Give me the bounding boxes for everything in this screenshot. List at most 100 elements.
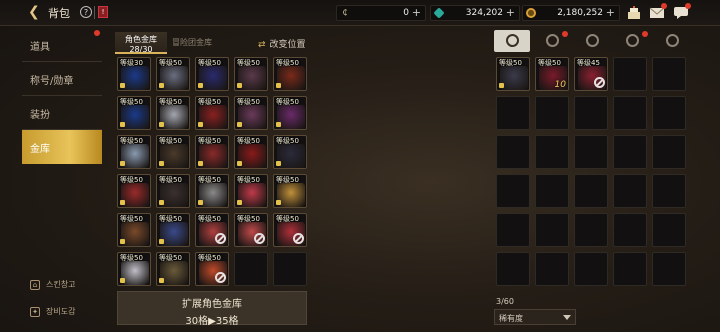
item-slot[interactable]: 等级50	[117, 174, 151, 208]
empty-slot[interactable]	[496, 252, 530, 286]
item-slot[interactable]: 等级50	[156, 174, 190, 208]
add-gold-button[interactable]: +	[606, 6, 615, 19]
empty-slot[interactable]	[234, 252, 268, 286]
empty-slot[interactable]	[652, 57, 686, 91]
tab-material[interactable]	[574, 30, 610, 52]
cake-event-icon[interactable]	[626, 5, 642, 19]
item-slot[interactable]: 等级45	[574, 57, 608, 91]
guide-book-icon[interactable]: !	[98, 6, 108, 18]
empty-slot[interactable]	[574, 135, 608, 169]
empty-slot[interactable]	[496, 213, 530, 247]
item-slot[interactable]: 等级50	[234, 57, 268, 91]
back-arrow-icon[interactable]: ❮	[28, 4, 44, 20]
item-slot[interactable]: 等级50	[156, 252, 190, 286]
empty-slot[interactable]	[652, 135, 686, 169]
tab-card[interactable]	[614, 30, 650, 52]
empty-slot[interactable]	[652, 213, 686, 247]
empty-slot[interactable]	[613, 135, 647, 169]
item-slot[interactable]: 等级50	[273, 174, 307, 208]
empty-slot[interactable]	[535, 252, 569, 286]
empty-slot[interactable]	[535, 135, 569, 169]
item-slot[interactable]: 等级50	[117, 96, 151, 130]
lock-icon	[237, 122, 242, 127]
tab-character-vault[interactable]: 角色金库 28/30	[115, 32, 167, 54]
empty-slot[interactable]	[652, 96, 686, 130]
lock-icon	[120, 278, 125, 283]
sidebar-item-titles[interactable]: 称号/勋章	[22, 62, 102, 96]
sidebar-item-items[interactable]: 道具	[22, 28, 102, 62]
item-slot[interactable]: 等级50	[234, 96, 268, 130]
tab-gear[interactable]	[654, 30, 690, 52]
item-slot[interactable]: 等级50	[195, 57, 229, 91]
item-slot[interactable]: 等级50	[234, 213, 268, 247]
item-slot[interactable]: 等级50	[273, 135, 307, 169]
item-slot[interactable]: 等级50	[195, 213, 229, 247]
item-level: 等级50	[120, 176, 143, 184]
item-icon	[121, 222, 149, 246]
item-slot[interactable]: 等级50	[195, 96, 229, 130]
empty-slot[interactable]	[496, 96, 530, 130]
empty-slot[interactable]	[496, 135, 530, 169]
empty-slot[interactable]	[574, 252, 608, 286]
item-icon	[121, 66, 149, 90]
tab-adventure-vault[interactable]: 冒险团金库	[172, 37, 212, 48]
currency-coin-value: 0	[403, 8, 409, 18]
divider	[94, 6, 95, 19]
chat-icon[interactable]	[673, 3, 691, 19]
item-slot[interactable]: 等级50	[156, 57, 190, 91]
lock-icon	[159, 122, 164, 127]
empty-slot[interactable]	[535, 213, 569, 247]
item-slot[interactable]: 等级50	[156, 96, 190, 130]
item-slot[interactable]: 等级50	[195, 174, 229, 208]
empty-slot[interactable]	[652, 174, 686, 208]
sort-dropdown[interactable]: 稀有度	[494, 309, 576, 325]
empty-slot[interactable]	[574, 96, 608, 130]
mail-icon[interactable]	[649, 3, 667, 19]
sidebar-item-costume[interactable]: 装扮	[22, 96, 102, 130]
empty-slot[interactable]	[574, 174, 608, 208]
item-slot[interactable]: 等级50	[156, 213, 190, 247]
add-coin-button[interactable]: +	[412, 6, 421, 19]
sidebar-item-label: 金库	[30, 144, 50, 155]
item-slot[interactable]: 等级50	[234, 174, 268, 208]
item-slot[interactable]: 等级50	[195, 135, 229, 169]
empty-slot[interactable]	[613, 96, 647, 130]
empty-slot[interactable]	[652, 252, 686, 286]
empty-slot[interactable]	[535, 96, 569, 130]
tab-weapon[interactable]	[494, 30, 530, 52]
empty-slot[interactable]	[613, 57, 647, 91]
item-slot[interactable]: 等级30	[117, 57, 151, 91]
lock-icon	[120, 200, 125, 205]
item-slot[interactable]: 等级50	[273, 57, 307, 91]
empty-slot[interactable]	[574, 213, 608, 247]
empty-slot[interactable]	[613, 174, 647, 208]
empty-slot[interactable]	[535, 174, 569, 208]
item-slot[interactable]: 等级50	[273, 213, 307, 247]
skin-storage-link[interactable]: ⌂ 스킨창고	[30, 279, 75, 290]
currency-gold-value: 2,180,252	[557, 8, 603, 18]
sidebar-item-vault[interactable]: 金库	[22, 130, 102, 164]
item-slot[interactable]: 等级50	[234, 135, 268, 169]
item-slot[interactable]: 等级50	[117, 252, 151, 286]
help-icon[interactable]: ?	[80, 6, 92, 18]
weapon-icon	[506, 34, 519, 47]
item-slot[interactable]: 等级50	[195, 252, 229, 286]
tab-potion[interactable]	[534, 30, 570, 52]
tab-alert-dot	[562, 31, 568, 37]
add-gem-button[interactable]: +	[506, 6, 515, 19]
item-slot[interactable]: 等级50	[273, 96, 307, 130]
change-position-button[interactable]: ⇄ 改变位置	[258, 37, 306, 50]
item-slot[interactable]: 等级50	[117, 135, 151, 169]
item-icon	[160, 105, 188, 129]
empty-slot[interactable]	[496, 174, 530, 208]
empty-slot[interactable]	[613, 252, 647, 286]
item-slot[interactable]: 等级50 10	[535, 57, 569, 91]
item-slot[interactable]: 等级50	[496, 57, 530, 91]
item-slot[interactable]: 等级50	[117, 213, 151, 247]
empty-slot[interactable]	[613, 213, 647, 247]
equipment-codex-link[interactable]: ✦ 장비도감	[30, 306, 75, 317]
empty-slot[interactable]	[273, 252, 307, 286]
expand-vault-button[interactable]: 扩展角色金库 30格▶35格	[117, 291, 307, 327]
item-slot[interactable]: 等级50	[156, 135, 190, 169]
item-icon	[277, 144, 305, 168]
